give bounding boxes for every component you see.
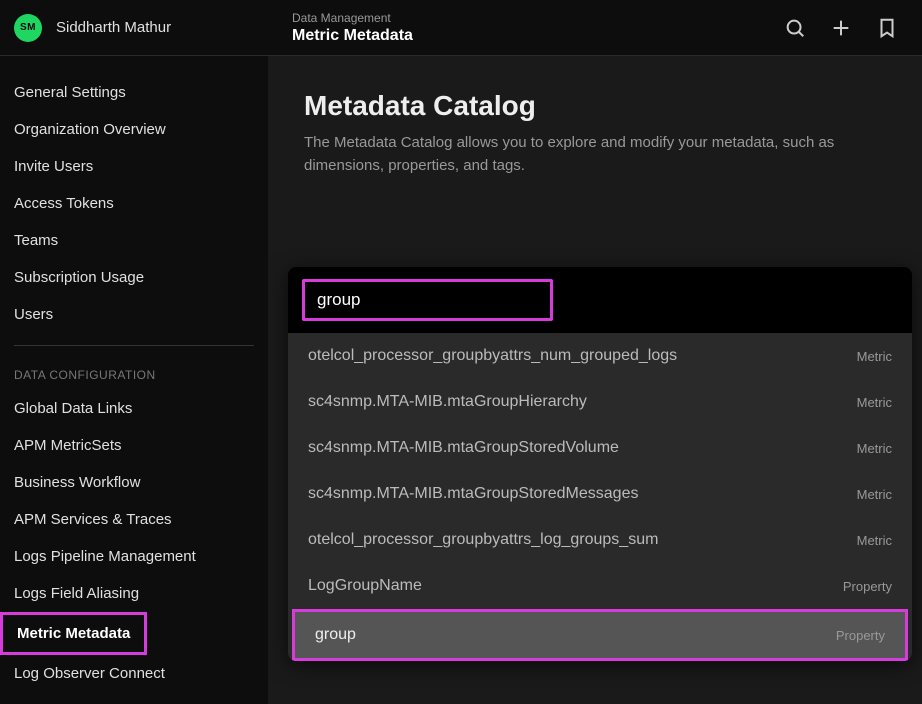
search-results: otelcol_processor_groupbyattrs_num_group… bbox=[288, 333, 912, 661]
topbar-user-section: SM Siddharth Mathur bbox=[0, 14, 280, 42]
username: Siddharth Mathur bbox=[56, 19, 171, 36]
content-description: The Metadata Catalog allows you to explo… bbox=[304, 132, 884, 177]
breadcrumb: Data Management bbox=[292, 11, 784, 25]
sidebar-item[interactable]: Users bbox=[0, 296, 67, 333]
result-type: Metric bbox=[857, 395, 892, 410]
bookmark-icon[interactable] bbox=[876, 17, 898, 39]
sidebar-section-label: DATA CONFIGURATION bbox=[0, 358, 268, 390]
plus-icon[interactable] bbox=[830, 17, 852, 39]
search-input-wrap bbox=[288, 267, 912, 333]
result-type: Property bbox=[836, 628, 885, 643]
sidebar-item[interactable]: Metric Metadata bbox=[0, 612, 147, 655]
search-result-row[interactable]: sc4snmp.MTA-MIB.mtaGroupStoredMessages Me… bbox=[288, 471, 912, 517]
result-name: sc4snmp.MTA-MIB.mtaGroupStoredVolume bbox=[308, 439, 619, 457]
content-title: Metadata Catalog bbox=[304, 90, 886, 122]
sidebar-item[interactable]: Logs Pipeline Management bbox=[0, 538, 210, 575]
sidebar: General SettingsOrganization OverviewInv… bbox=[0, 56, 268, 704]
result-name: sc4snmp.MTA-MIB.mtaGroupStoredMessages bbox=[308, 485, 638, 503]
sidebar-item[interactable]: Log Observer Connect bbox=[0, 655, 179, 692]
topbar-title-section: Data Management Metric Metadata bbox=[280, 11, 784, 45]
sidebar-item[interactable]: Invite Users bbox=[0, 148, 107, 185]
search-icon[interactable] bbox=[784, 17, 806, 39]
sidebar-item[interactable]: Teams bbox=[0, 222, 72, 259]
sidebar-item[interactable]: Access Tokens bbox=[0, 185, 128, 222]
sidebar-item[interactable]: Logs Field Aliasing bbox=[0, 575, 153, 612]
search-result-row[interactable]: sc4snmp.MTA-MIB.mtaGroupStoredVolume Metr… bbox=[288, 425, 912, 471]
sidebar-item[interactable]: Business Workflow bbox=[0, 464, 154, 501]
result-type: Metric bbox=[857, 533, 892, 548]
search-panel: otelcol_processor_groupbyattrs_num_group… bbox=[288, 267, 912, 661]
sidebar-item[interactable]: Global Data Links bbox=[0, 390, 146, 427]
result-type: Metric bbox=[857, 441, 892, 456]
result-type: Metric bbox=[857, 349, 892, 364]
page-title: Metric Metadata bbox=[292, 27, 784, 45]
main-content: Metadata Catalog The Metadata Catalog al… bbox=[268, 56, 922, 704]
search-input[interactable] bbox=[302, 279, 553, 321]
sidebar-item[interactable]: APM Services & Traces bbox=[0, 501, 186, 538]
result-name: sc4snmp.MTA-MIB.mtaGroupHierarchy bbox=[308, 393, 587, 411]
sidebar-item[interactable]: General Settings bbox=[0, 74, 140, 111]
sidebar-item[interactable]: APM MetricSets bbox=[0, 427, 136, 464]
search-result-row[interactable]: sc4snmp.MTA-MIB.mtaGroupHierarchy Metric bbox=[288, 379, 912, 425]
result-name: otelcol_processor_groupbyattrs_num_group… bbox=[308, 347, 677, 365]
result-name: otelcol_processor_groupbyattrs_log_group… bbox=[308, 531, 658, 549]
sidebar-divider bbox=[14, 345, 254, 346]
result-type: Metric bbox=[857, 487, 892, 502]
main-layout: General SettingsOrganization OverviewInv… bbox=[0, 56, 922, 704]
sidebar-item[interactable]: Subscription Usage bbox=[0, 259, 158, 296]
result-name: LogGroupName bbox=[308, 577, 422, 595]
topbar-actions bbox=[784, 17, 922, 39]
avatar[interactable]: SM bbox=[14, 14, 42, 42]
search-result-row[interactable]: LogGroupName Property bbox=[288, 563, 912, 609]
search-result-row[interactable]: otelcol_processor_groupbyattrs_log_group… bbox=[288, 517, 912, 563]
sidebar-item[interactable]: Organization Overview bbox=[0, 111, 180, 148]
result-type: Property bbox=[843, 579, 892, 594]
search-result-row[interactable]: group Property bbox=[292, 609, 908, 661]
result-name: group bbox=[315, 626, 356, 644]
top-bar: SM Siddharth Mathur Data Management Metr… bbox=[0, 0, 922, 56]
search-result-row[interactable]: otelcol_processor_groupbyattrs_num_group… bbox=[288, 333, 912, 379]
